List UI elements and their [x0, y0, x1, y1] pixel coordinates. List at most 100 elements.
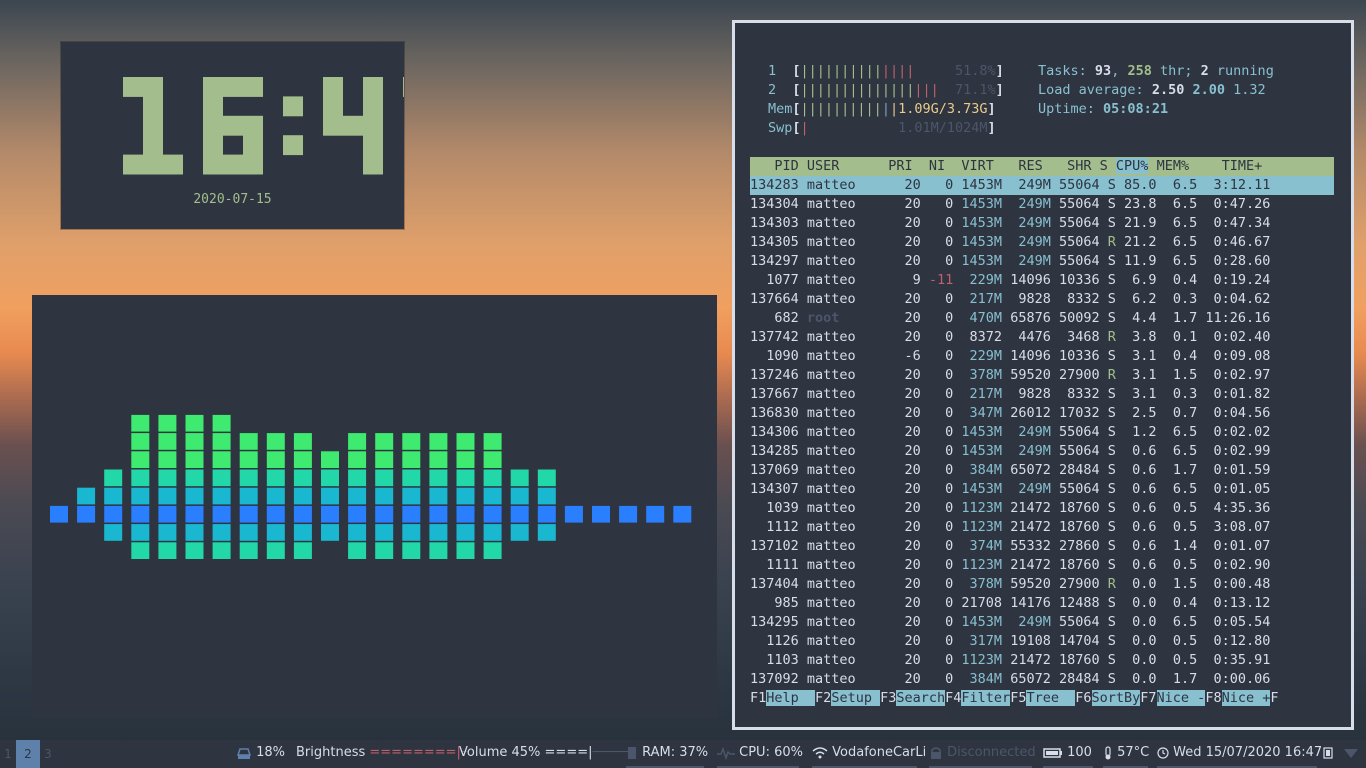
fkey-f3-label[interactable]: Search [896, 690, 946, 706]
workspace-2[interactable]: 2 [16, 740, 40, 768]
column-header-virt[interactable]: VIRT [961, 158, 994, 174]
process-row[interactable]: 134304 matteo 20 0 1453M 249M 55064 S 23… [750, 195, 1334, 214]
cell-mem: 0.4 [1172, 595, 1198, 611]
cell-virt: 8372 [969, 329, 1003, 345]
workspace-1[interactable]: 1 [0, 740, 16, 768]
process-row[interactable]: 137742 matteo 20 0 8372 4476 3468 R 3.8 … [750, 328, 1334, 347]
process-row[interactable]: 1103 matteo 20 0 1123M 21472 18760 S 0.0… [750, 651, 1334, 670]
cell-s: S [1107, 253, 1116, 269]
cell-res: 9828 [1018, 386, 1051, 402]
process-row[interactable]: 1039 matteo 20 0 1123M 21472 18760 S 0.6… [750, 499, 1334, 518]
volume-status[interactable]: Volume 45% ====|───── [459, 740, 632, 768]
process-row[interactable]: 134297 matteo 20 0 1453M 249M 55064 S 11… [750, 252, 1334, 271]
fkey-f6[interactable]: F6 [1075, 690, 1091, 706]
cell-ni: 0 [945, 177, 954, 193]
fkey-f[interactable]: F [1270, 690, 1278, 706]
cell-res: 249M [1018, 234, 1051, 250]
column-header-user[interactable]: USER [807, 158, 840, 174]
process-row[interactable]: 134306 matteo 20 0 1453M 249M 55064 S 1.… [750, 423, 1334, 442]
process-table-header[interactable]: PID USER PRI NI VIRT RES SHR S CPU% MEM%… [750, 157, 1334, 176]
cell-pri: 20 [904, 462, 921, 478]
tray-signal[interactable] [1343, 740, 1359, 768]
cell-ni: 0 [945, 329, 954, 345]
column-header-mem[interactable]: MEM% [1157, 158, 1190, 174]
visualizer-bar [185, 505, 204, 523]
visualizer-bar [375, 433, 394, 450]
wifi-status[interactable]: VodafoneCarLi [812, 740, 926, 768]
fkey-f3[interactable]: F3 [880, 690, 896, 706]
vpn-status[interactable]: Disconnected [929, 740, 1036, 768]
process-row[interactable]: 137092 matteo 20 0 384M 65072 28484 S 0.… [750, 670, 1334, 689]
datetime-status[interactable]: Wed 15/07/2020 16:47 [1157, 740, 1322, 768]
cell-time: 0:01.07 [1213, 538, 1271, 554]
fkey-f6-label[interactable]: SortBy [1091, 690, 1141, 706]
process-row[interactable]: 137664 matteo 20 0 217M 9828 8332 S 6.2 … [750, 290, 1334, 309]
process-row[interactable]: 1077 matteo 9 -11 229M 14096 10336 S 6.9… [750, 271, 1334, 290]
fkey-f4-label[interactable]: Filter [961, 690, 1011, 706]
column-header-res[interactable]: RES [1018, 158, 1042, 174]
visualizer-bar [293, 433, 312, 450]
workspace-3[interactable]: 3 [40, 740, 56, 768]
fkey-f8[interactable]: F8 [1205, 690, 1221, 706]
visualizer-bar [158, 505, 177, 523]
visualizer-bar [239, 433, 258, 450]
cell-cpu: 0.6 [1132, 519, 1157, 535]
cell-time: 11:26.16 [1205, 310, 1271, 326]
process-row[interactable]: 137667 matteo 20 0 217M 9828 8332 S 3.1 … [750, 385, 1334, 404]
disk-status: 18% [236, 740, 285, 768]
fkey-f4[interactable]: F4 [945, 690, 961, 706]
process-row[interactable]: 134305 matteo 20 0 1453M 249M 55064 R 21… [750, 233, 1334, 252]
cell-pri: 20 [904, 234, 921, 250]
cell-res: 9828 [1018, 291, 1051, 307]
clock-pixel [223, 77, 243, 97]
process-row[interactable]: 1090 matteo -6 0 229M 14096 10336 S 3.1 … [750, 347, 1334, 366]
column-header-s[interactable]: S [1100, 158, 1108, 174]
column-header-ni[interactable]: NI [929, 158, 945, 174]
process-row[interactable]: 134303 matteo 20 0 1453M 249M 55064 S 21… [750, 214, 1334, 233]
fkey-f2[interactable]: F2 [815, 690, 831, 706]
visualizer-bar [429, 524, 448, 541]
process-row[interactable]: 137404 matteo 20 0 378M 59520 27900 R 0.… [750, 575, 1334, 594]
process-row[interactable]: 134283 matteo 20 0 1453M 249M 55064 S 85… [750, 176, 1334, 195]
visualizer-bar [402, 433, 421, 450]
cell-pri: 20 [904, 367, 921, 383]
fkey-f2-label[interactable]: Setup [831, 690, 881, 706]
visualizer-bar [375, 487, 394, 505]
visualizer-bar [104, 469, 123, 487]
column-header-shr[interactable]: SHR [1067, 158, 1091, 174]
fkey-f7-label[interactable]: Nice - [1156, 690, 1206, 706]
process-row[interactable]: 136830 matteo 20 0 347M 26012 17032 S 2.… [750, 404, 1334, 423]
process-row[interactable]: 134295 matteo 20 0 1453M 249M 55064 S 0.… [750, 613, 1334, 632]
process-row[interactable]: 985 matteo 20 0 21708 14176 12488 S 0.0 … [750, 594, 1334, 613]
fkey-f5-label[interactable]: Tree [1026, 690, 1076, 706]
process-row[interactable]: 1112 matteo 20 0 1123M 21472 18760 S 0.6… [750, 518, 1334, 537]
process-row[interactable]: 137069 matteo 20 0 384M 65072 28484 S 0.… [750, 461, 1334, 480]
cell-cpu: 85.0 [1124, 177, 1157, 193]
cell-pid: 1126 [766, 633, 799, 649]
process-row[interactable]: 1126 matteo 20 0 317M 19108 14704 S 0.0 … [750, 632, 1334, 651]
cell-s: S [1107, 519, 1116, 535]
column-header-pri[interactable]: PRI [888, 158, 912, 174]
brightness-status[interactable]: Brightness ========|─ [296, 740, 469, 768]
column-header-cpu[interactable]: CPU% [1115, 158, 1149, 174]
fkey-f1-label[interactable]: Help [766, 690, 816, 706]
fkey-f8-label[interactable]: Nice + [1221, 690, 1271, 706]
terminal-window[interactable]: 1 [|||||||||||||| 51.8%] 2 [||||||||||||… [732, 20, 1354, 730]
cell-shr: 55064 [1058, 253, 1100, 269]
cell-res: 21472 [1010, 500, 1051, 516]
process-row[interactable]: 1111 matteo 20 0 1123M 21472 18760 S 0.6… [750, 556, 1334, 575]
column-header-pid[interactable]: PID [774, 158, 798, 174]
fkey-f1[interactable]: F1 [750, 690, 766, 706]
process-row[interactable]: 137246 matteo 20 0 378M 59520 27900 R 3.… [750, 366, 1334, 385]
process-row[interactable]: 134285 matteo 20 0 1453M 249M 55064 S 0.… [750, 442, 1334, 461]
process-row[interactable]: 134307 matteo 20 0 1453M 249M 55064 S 0.… [750, 480, 1334, 499]
fkey-f7[interactable]: F7 [1140, 690, 1156, 706]
cell-time: 0:00.48 [1213, 576, 1271, 592]
process-row[interactable]: 682 root 20 0 470M 65876 50092 S 4.4 1.7… [750, 309, 1334, 328]
power-menu[interactable] [1322, 740, 1334, 768]
process-row[interactable]: 137102 matteo 20 0 374M 55332 27860 S 0.… [750, 537, 1334, 556]
cell-time: 0:19.24 [1213, 272, 1271, 288]
fkey-f5[interactable]: F5 [1010, 690, 1026, 706]
cell-pri: 20 [904, 614, 921, 630]
column-header-time[interactable]: TIME+ [1222, 158, 1263, 174]
